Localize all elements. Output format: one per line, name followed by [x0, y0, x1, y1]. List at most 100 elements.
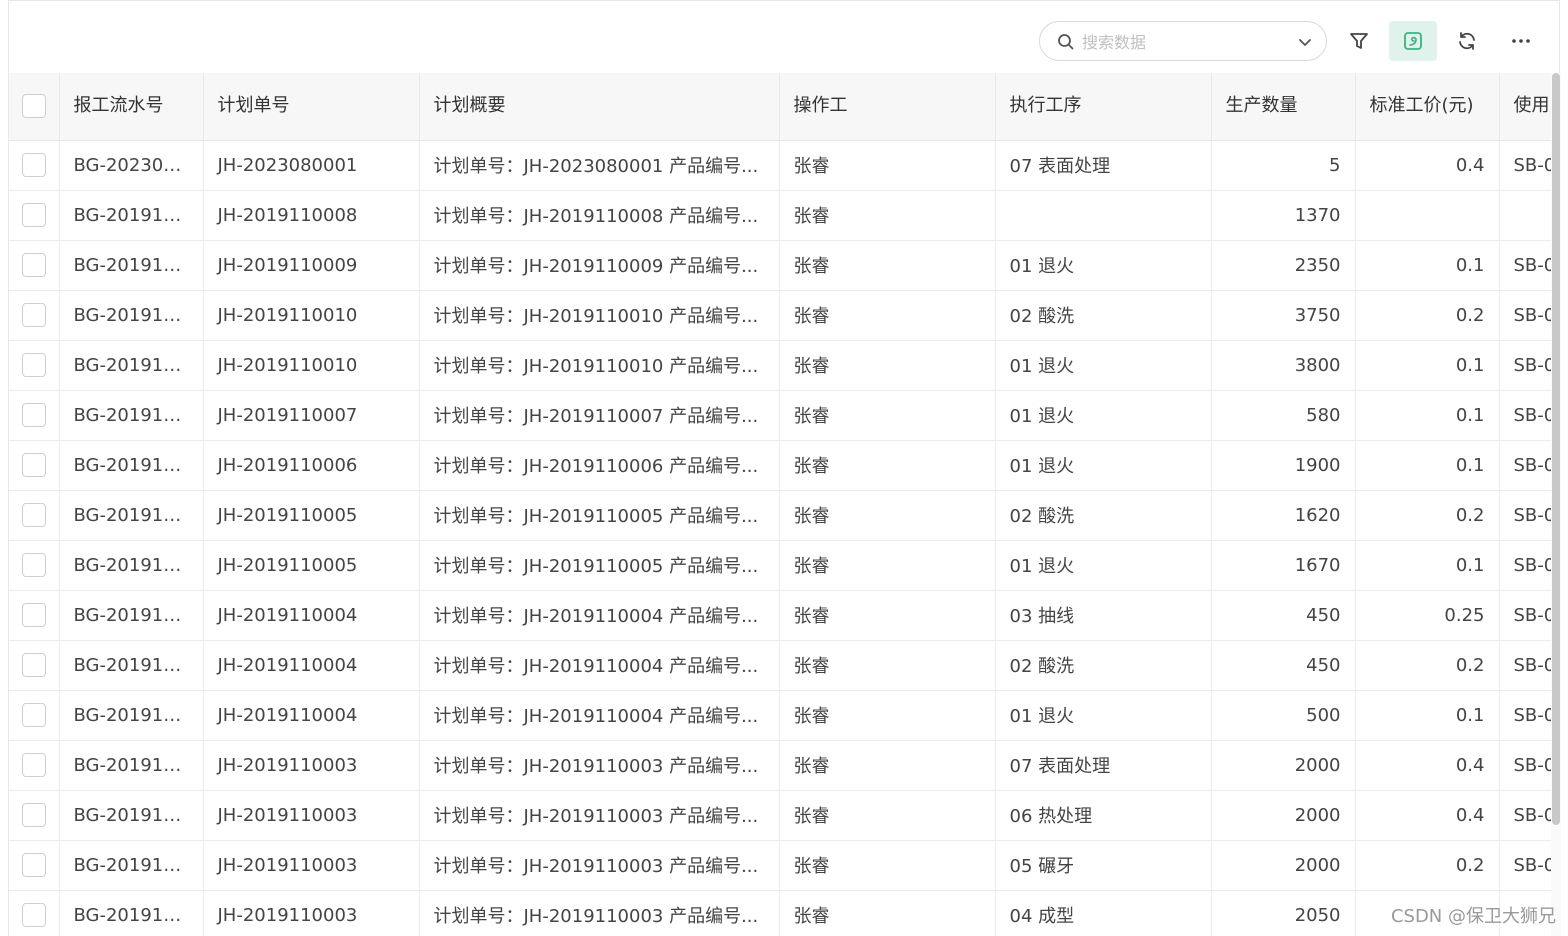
table-row[interactable]: BG-201911... JH-2019110003 计划单号：JH-2019110…	[9, 740, 1551, 791]
view-toggle-button[interactable]	[1389, 21, 1437, 61]
table-row[interactable]: BG-201911... JH-2019110005 计划单号：JH-2019110…	[9, 490, 1551, 541]
row-checkbox[interactable]	[21, 603, 46, 627]
table-row[interactable]: BG-201911... JH-2019110009 计划单号：JH-2019110…	[9, 240, 1551, 291]
row-checkbox[interactable]	[21, 803, 46, 827]
column-header-operator[interactable]: 操作工	[779, 73, 996, 141]
table-row[interactable]: BG-201911... JH-2019110003 计划单号：JH-2019110…	[9, 790, 1551, 841]
column-header-process[interactable]: 执行工序	[995, 73, 1212, 141]
cell-unit-price: 0.1	[1355, 540, 1500, 591]
table-row[interactable]: BG-201911... JH-2019110003 计划单号：JH-2019110…	[9, 840, 1551, 891]
row-checkbox[interactable]	[21, 503, 46, 527]
cell-quantity: 3750	[1211, 290, 1356, 341]
cell-report-no: BG-201911...	[59, 690, 204, 741]
filter-button[interactable]	[1339, 21, 1379, 61]
row-checkbox[interactable]	[21, 653, 46, 677]
cell-equipment: SB-0	[1499, 290, 1551, 341]
cell-quantity: 1900	[1211, 440, 1356, 491]
table-row[interactable]: BG-201911... JH-2019110003 计划单号：JH-2019110…	[9, 890, 1551, 936]
row-select-cell	[9, 840, 60, 891]
table-row[interactable]: BG-201911... JH-2019110004 计划单号：JH-2019110…	[9, 640, 1551, 691]
search-box[interactable]	[1039, 21, 1327, 61]
cell-process: 06 热处理	[995, 790, 1212, 841]
cell-plan-no: JH-2019110004	[203, 590, 420, 641]
cell-operator: 张睿	[779, 290, 996, 341]
table-row[interactable]: BG-201911... JH-2019110004 计划单号：JH-2019110…	[9, 690, 1551, 741]
row-checkbox[interactable]	[21, 453, 46, 477]
cell-operator: 张睿	[779, 340, 996, 391]
table-row[interactable]: BG-201911... JH-2019110006 计划单号：JH-2019110…	[9, 440, 1551, 491]
table-row[interactable]: BG-201911... JH-2019110004 计划单号：JH-2019110…	[9, 590, 1551, 641]
cell-quantity: 450	[1211, 640, 1356, 691]
select-all-cell	[9, 73, 60, 141]
table-row[interactable]: BG-201911... JH-2019110010 计划单号：JH-2019110…	[9, 290, 1551, 341]
cell-plan-no: JH-2019110005	[203, 540, 420, 591]
cell-summary: 计划单号：JH-2019110003 产品编号...	[419, 740, 780, 791]
row-checkbox[interactable]	[21, 203, 46, 227]
table-viewport: 报工流水号 计划单号 计划概要 操作工 执行工序 生产数量 标准工价(元) 使用…	[9, 73, 1551, 936]
refresh-button[interactable]	[1447, 21, 1487, 61]
table-row[interactable]: BG-201911... JH-2019110005 计划单号：JH-2019110…	[9, 540, 1551, 591]
search-input[interactable]	[1082, 29, 1282, 55]
vertical-scrollbar[interactable]	[1551, 73, 1561, 936]
filter-icon	[1350, 33, 1368, 49]
row-checkbox[interactable]	[21, 553, 46, 577]
row-select-cell	[9, 890, 60, 936]
cell-operator: 张睿	[779, 440, 996, 491]
column-header-summary[interactable]: 计划概要	[419, 73, 780, 141]
cell-plan-no: JH-2019110008	[203, 190, 420, 241]
cell-process: 01 退火	[995, 390, 1212, 441]
cell-summary: 计划单号：JH-2019110004 产品编号...	[419, 640, 780, 691]
chevron-down-icon[interactable]	[1296, 33, 1314, 51]
cell-process: 04 成型	[995, 890, 1212, 936]
cell-quantity: 1620	[1211, 490, 1356, 541]
cell-equipment: SB-0	[1499, 490, 1551, 541]
cell-quantity: 500	[1211, 690, 1356, 741]
select-all-checkbox[interactable]	[21, 94, 46, 119]
row-select-cell	[9, 240, 60, 291]
cell-equipment: SB-0	[1499, 740, 1551, 791]
column-header-unit-price[interactable]: 标准工价(元)	[1355, 73, 1500, 141]
cell-summary: 计划单号：JH-2019110003 产品编号...	[419, 890, 780, 936]
cell-quantity: 1670	[1211, 540, 1356, 591]
column-header-report-no[interactable]: 报工流水号	[59, 73, 204, 141]
cell-equipment: SB-0	[1499, 690, 1551, 741]
cell-plan-no: JH-2019110010	[203, 340, 420, 391]
row-checkbox[interactable]	[21, 253, 46, 277]
cell-operator: 张睿	[779, 140, 996, 191]
cell-report-no: BG-202308...	[59, 140, 204, 191]
cell-summary: 计划单号：JH-2019110004 产品编号...	[419, 590, 780, 641]
row-checkbox[interactable]	[21, 303, 46, 327]
table-row[interactable]: BG-201911... JH-2019110010 计划单号：JH-2019110…	[9, 340, 1551, 391]
row-checkbox[interactable]	[21, 753, 46, 777]
cell-report-no: BG-201911...	[59, 790, 204, 841]
cell-quantity: 450	[1211, 590, 1356, 641]
table-row[interactable]: BG-201911... JH-2019110007 计划单号：JH-2019110…	[9, 390, 1551, 441]
cell-process: 01 退火	[995, 240, 1212, 291]
column-header-quantity[interactable]: 生产数量	[1211, 73, 1356, 141]
row-checkbox[interactable]	[21, 903, 46, 927]
cell-report-no: BG-201911...	[59, 190, 204, 241]
cell-unit-price: 0.4	[1355, 740, 1500, 791]
cell-equipment: SB-0	[1499, 540, 1551, 591]
cell-equipment: SB-0	[1499, 590, 1551, 641]
cell-unit-price: 0.2	[1355, 490, 1500, 541]
watermark: CSDN @保卫大狮兄	[1390, 906, 1556, 927]
row-checkbox[interactable]	[21, 353, 46, 377]
row-checkbox[interactable]	[21, 853, 46, 877]
cell-unit-price: 0.2	[1355, 640, 1500, 691]
row-checkbox[interactable]	[21, 403, 46, 427]
column-header-plan-no[interactable]: 计划单号	[203, 73, 420, 141]
table-row[interactable]: BG-202308... JH-2023080001 计划单号：JH-2023080…	[9, 140, 1551, 191]
cell-process: 02 酸洗	[995, 490, 1212, 541]
row-checkbox[interactable]	[21, 703, 46, 727]
table-row[interactable]: BG-201911... JH-2019110008 计划单号：JH-2019110…	[9, 190, 1551, 241]
cell-operator: 张睿	[779, 740, 996, 791]
more-button[interactable]	[1501, 21, 1541, 61]
cell-operator: 张睿	[779, 490, 996, 541]
cell-unit-price: 0.2	[1355, 840, 1500, 891]
scrollbar-thumb[interactable]	[1552, 73, 1560, 825]
row-checkbox[interactable]	[21, 153, 46, 177]
row-select-cell	[9, 740, 60, 791]
column-header-equipment[interactable]: 使用	[1499, 73, 1551, 141]
report-table: 报工流水号 计划单号 计划概要 操作工 执行工序 生产数量 标准工价(元) 使用…	[9, 73, 1551, 936]
